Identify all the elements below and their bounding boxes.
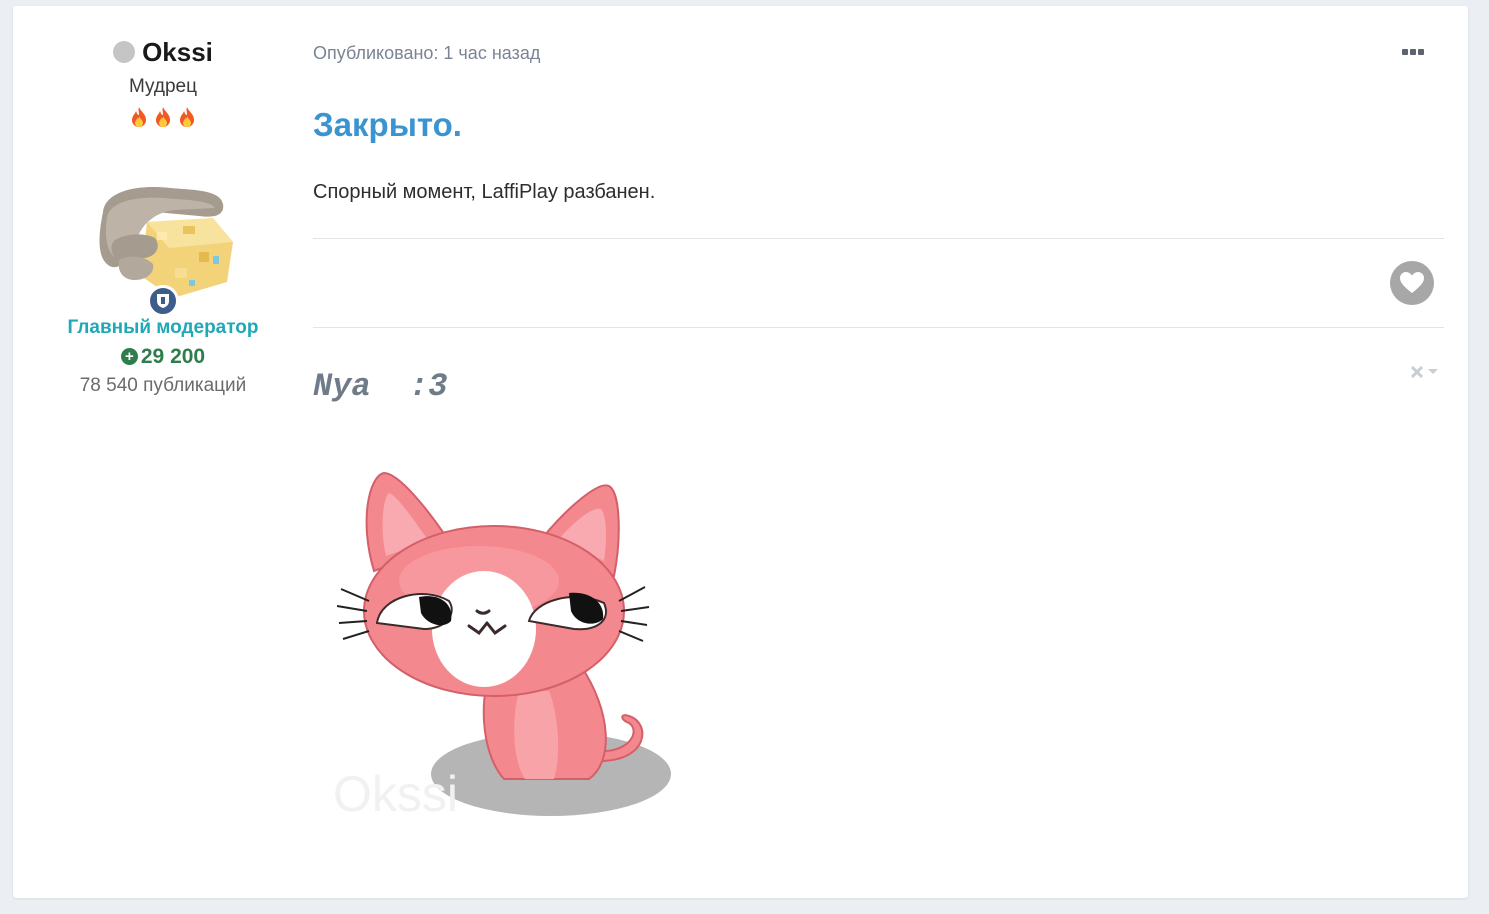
status-dot-icon — [113, 41, 136, 63]
shield-icon — [157, 294, 169, 308]
divider — [313, 327, 1444, 328]
ellipsis-icon — [1402, 49, 1408, 55]
author-name-row: Okssi — [13, 36, 313, 68]
heart-icon — [1400, 272, 1424, 293]
post-meta[interactable]: Опубликовано: 1 час назад — [313, 43, 540, 64]
author-rank-title: Мудрец — [128, 76, 197, 97]
divider — [313, 238, 1444, 239]
like-button[interactable] — [1390, 261, 1434, 305]
post-card: Okssi Мудрец Главный модератор + 29 200 … — [13, 6, 1468, 898]
chevron-down-icon — [1428, 369, 1438, 374]
author-name[interactable]: Okssi — [142, 37, 213, 68]
post-heading: Закрыто. — [313, 106, 462, 143]
avatar[interactable] — [95, 182, 235, 300]
signature-close-button[interactable] — [1411, 362, 1447, 382]
flame-icon — [180, 106, 194, 127]
rank-flames — [13, 104, 313, 129]
reputation[interactable]: +29 200 — [13, 345, 313, 369]
post-count: 78 540 публикаций — [79, 375, 247, 396]
post-body: Спорный момент, LaffiPlay разбанен. — [313, 181, 656, 203]
moderator-badge — [147, 285, 179, 317]
reputation-value: 29 200 — [140, 345, 206, 368]
close-icon — [1411, 366, 1423, 378]
signature-text: Nya :3 — [313, 368, 448, 405]
flame-icon — [132, 106, 146, 127]
user-group: Главный модератор — [67, 317, 259, 338]
more-options-button[interactable] — [1398, 42, 1428, 62]
plus-circle-icon: + — [120, 348, 138, 365]
watermark: Okssi — [333, 766, 458, 822]
signature-cat-image: Okssi — [333, 471, 671, 822]
flame-icon — [156, 106, 170, 127]
